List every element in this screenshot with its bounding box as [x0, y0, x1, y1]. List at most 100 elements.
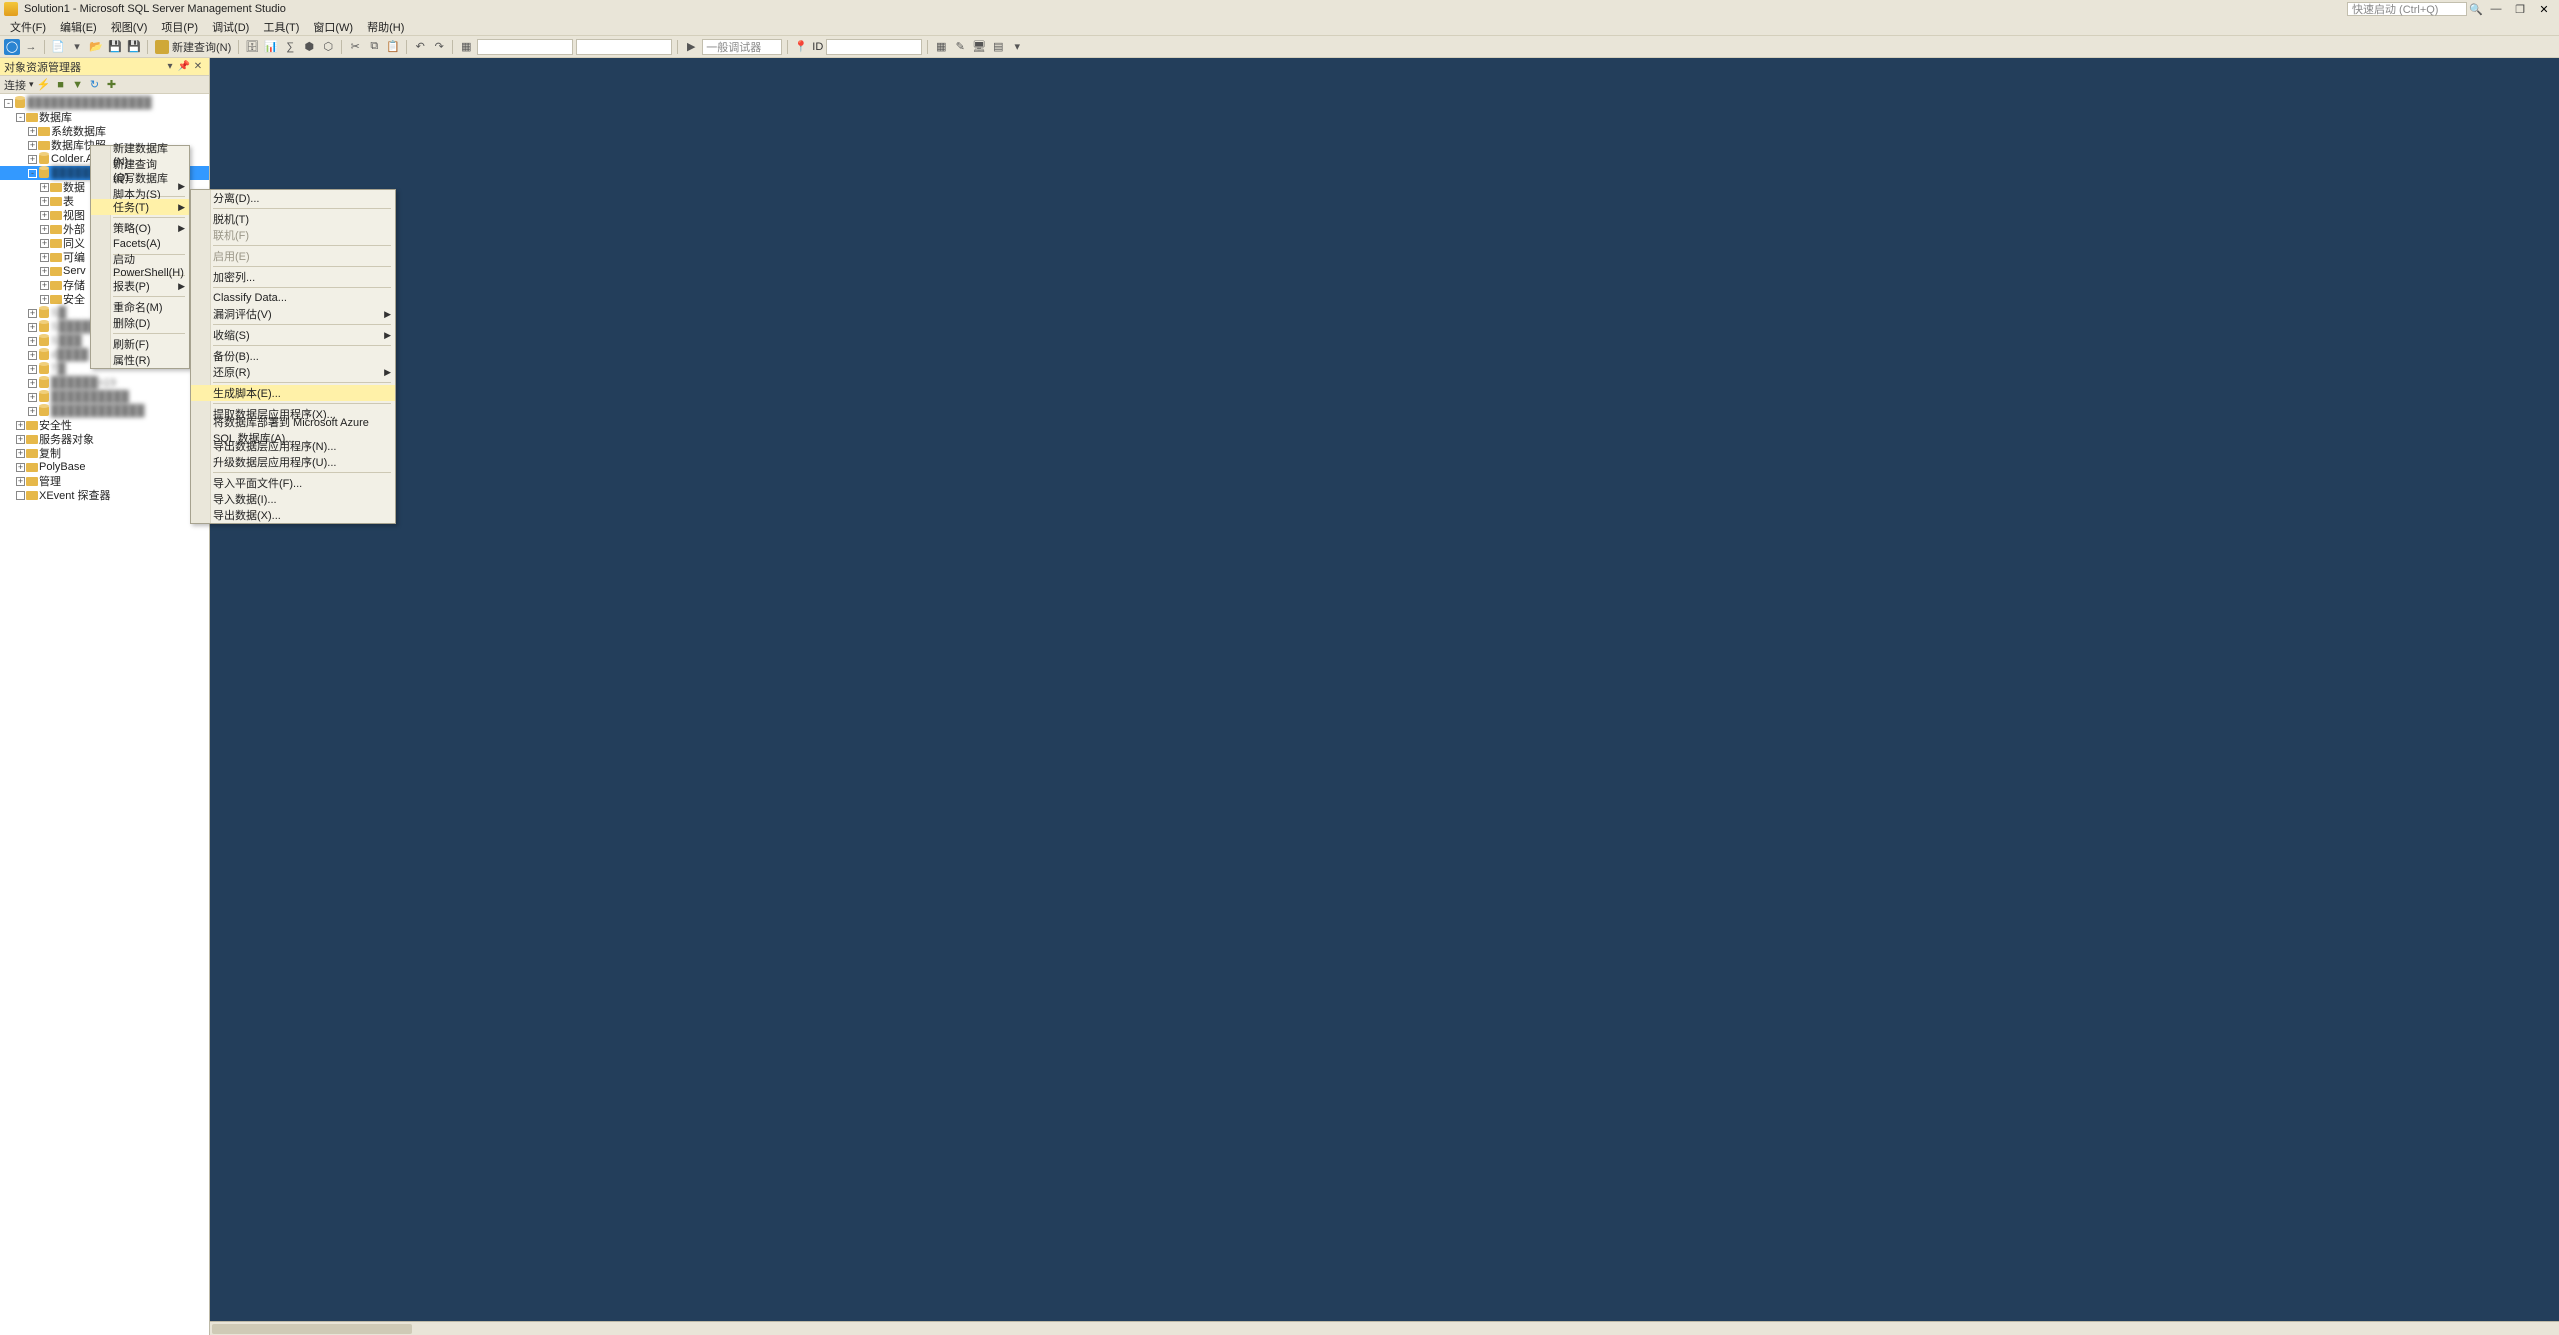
mdx-query-icon[interactable]: ∑ — [282, 39, 298, 55]
open-button[interactable]: ▾ — [69, 39, 85, 55]
context-menu-item[interactable]: 编写数据库脚本为(S)▶ — [91, 178, 189, 194]
oe-disconnect-icon[interactable]: ⚡ — [37, 78, 51, 92]
context-menu-item[interactable]: 漏洞评估(V)▶ — [191, 306, 395, 322]
solution-config-combo[interactable] — [477, 39, 573, 55]
object-explorer-toolbar: 连接▾ ⚡ ■ ▼ ↻ ✚ — [0, 76, 209, 94]
context-menu-item[interactable]: 启动 PowerShell(H) — [91, 257, 189, 273]
tree-db-other[interactable]: +████████████ — [0, 404, 209, 418]
context-menu-item[interactable]: 还原(R)▶ — [191, 364, 395, 380]
context-menu-item[interactable]: 脱机(T) — [191, 211, 395, 227]
context-menu-item[interactable]: Classify Data... — [191, 290, 395, 306]
context-menu-item[interactable]: 刷新(F) — [91, 336, 189, 352]
connect-button[interactable]: 连接 — [4, 77, 26, 93]
toggle-1-icon[interactable]: ▦ — [933, 39, 949, 55]
minimize-button[interactable]: — — [2485, 1, 2507, 17]
menu-bar: 文件(F)编辑(E)视图(V)项目(P)调试(D)工具(T)窗口(W)帮助(H) — [0, 18, 2559, 36]
toolbar-overflow-icon[interactable]: ▾ — [1009, 39, 1025, 55]
context-menu-item[interactable]: 导入平面文件(F)... — [191, 475, 395, 491]
menu-item[interactable]: 窗口(W) — [307, 18, 359, 36]
context-menu-item[interactable]: 导入数据(I)... — [191, 491, 395, 507]
find-icon[interactable]: 📍 — [793, 39, 809, 55]
context-menu-item[interactable]: 收缩(S)▶ — [191, 327, 395, 343]
window-title: Solution1 - Microsoft SQL Server Managem… — [24, 3, 286, 15]
save-button[interactable]: 💾 — [107, 39, 123, 55]
toggle-2-icon[interactable]: ✎ — [952, 39, 968, 55]
context-menu-item[interactable]: 加密列... — [191, 269, 395, 285]
tree-databases[interactable]: -数据库 — [0, 110, 209, 124]
tree-system-db[interactable]: +系统数据库 — [0, 124, 209, 138]
quick-launch-input[interactable]: 快速启动 (Ctrl+Q) — [2347, 2, 2467, 16]
document-area — [210, 58, 2559, 1335]
paste-icon[interactable]: 📋 — [385, 39, 401, 55]
new-project-button[interactable]: 📄 — [50, 39, 66, 55]
context-menu-item[interactable]: 任务(T)▶ — [91, 199, 189, 215]
redo-icon[interactable]: ↷ — [431, 39, 447, 55]
tree-management[interactable]: +管理 — [0, 474, 209, 488]
close-button[interactable]: ✕ — [2533, 1, 2555, 17]
xmla-query-icon[interactable]: ⬡ — [320, 39, 336, 55]
undo-icon[interactable]: ↶ — [412, 39, 428, 55]
context-menu-item[interactable]: 报表(P)▶ — [91, 278, 189, 294]
panel-options-icon[interactable]: ▾ — [163, 60, 177, 74]
toggle-4-icon[interactable]: ▤ — [990, 39, 1006, 55]
id-label: ID — [812, 41, 823, 53]
dmx-query-icon[interactable]: ⬢ — [301, 39, 317, 55]
context-menu-item[interactable]: 升级数据层应用程序(U)... — [191, 454, 395, 470]
context-menu-item[interactable]: Facets(A) — [91, 236, 189, 252]
horizontal-scrollbar[interactable] — [210, 1321, 2559, 1335]
id-combo[interactable] — [826, 39, 922, 55]
nav-forward-button[interactable]: → — [23, 39, 39, 55]
quick-launch-search-icon[interactable]: 🔍 — [2469, 2, 2483, 16]
properties-icon[interactable]: ▦ — [458, 39, 474, 55]
app-icon — [4, 2, 18, 16]
db-engine-query-icon[interactable]: 🗄 — [244, 39, 260, 55]
object-explorer-title: 对象资源管理器 — [4, 59, 81, 75]
menu-item[interactable]: 帮助(H) — [361, 18, 410, 36]
nav-back-button[interactable]: ◯ — [4, 39, 20, 55]
menu-item[interactable]: 视图(V) — [105, 18, 154, 36]
panel-pin-icon[interactable]: 📌 — [177, 60, 191, 74]
context-menu-item[interactable]: 重命名(M) — [91, 299, 189, 315]
tree-server-root[interactable]: -████████████████ — [0, 96, 209, 110]
context-menu-item[interactable]: 生成脚本(E)... — [191, 385, 395, 401]
panel-close-icon[interactable]: ✕ — [191, 60, 205, 74]
oe-stop-icon[interactable]: ■ — [54, 78, 68, 92]
solution-platform-combo[interactable] — [576, 39, 672, 55]
menu-item[interactable]: 文件(F) — [4, 18, 52, 36]
context-menu-item: 联机(F) — [191, 227, 395, 243]
copy-icon[interactable]: ⧉ — [366, 39, 382, 55]
start-debug-button[interactable]: ▶ — [683, 39, 699, 55]
context-menu-item[interactable]: 分离(D)... — [191, 190, 395, 206]
tree-security[interactable]: +安全性 — [0, 418, 209, 432]
menu-item[interactable]: 编辑(E) — [54, 18, 103, 36]
new-query-button[interactable]: 新建查询(N) — [153, 39, 233, 55]
menu-item[interactable]: 工具(T) — [257, 18, 305, 36]
oe-plus-icon[interactable]: ✚ — [105, 78, 119, 92]
tree-server-objects[interactable]: +服务器对象 — [0, 432, 209, 446]
oe-refresh-icon[interactable]: ↻ — [88, 78, 102, 92]
save-all-button[interactable]: 💾 — [126, 39, 142, 55]
menu-item[interactable]: 调试(D) — [206, 18, 255, 36]
tree-polybase[interactable]: +PolyBase — [0, 460, 209, 474]
cut-icon[interactable]: ✂ — [347, 39, 363, 55]
context-menu-item[interactable]: 将数据库部署到 Microsoft Azure SQL 数据库(A)... — [191, 422, 395, 438]
tree-db-other[interactable]: +██████████ — [0, 390, 209, 404]
tree-replication[interactable]: +复制 — [0, 446, 209, 460]
context-menu-item[interactable]: 备份(B)... — [191, 348, 395, 364]
context-menu-item[interactable]: 策略(O)▶ — [91, 220, 189, 236]
analysis-query-icon[interactable]: 📊 — [263, 39, 279, 55]
open-file-button[interactable]: 📂 — [88, 39, 104, 55]
context-menu-item[interactable]: 导出数据层应用程序(N)... — [191, 438, 395, 454]
tasks-submenu: 分离(D)...脱机(T)联机(F)启用(E)加密列...Classify Da… — [190, 189, 396, 524]
toggle-3-icon[interactable]: 🖥 — [971, 39, 987, 55]
debug-target-combo[interactable]: 一般调试器 — [702, 39, 782, 55]
maximize-button[interactable]: ❐ — [2509, 1, 2531, 17]
context-menu-item[interactable]: 属性(R) — [91, 352, 189, 368]
tree-db-other[interactable]: +██████n19 — [0, 376, 209, 390]
context-menu-item[interactable]: 删除(D) — [91, 315, 189, 331]
menu-item[interactable]: 项目(P) — [155, 18, 204, 36]
context-menu-item[interactable]: 导出数据(X)... — [191, 507, 395, 523]
new-query-icon — [155, 40, 169, 54]
oe-filter-icon[interactable]: ▼ — [71, 78, 85, 92]
tree-xevent[interactable]: XEvent 探查器 — [0, 488, 209, 502]
